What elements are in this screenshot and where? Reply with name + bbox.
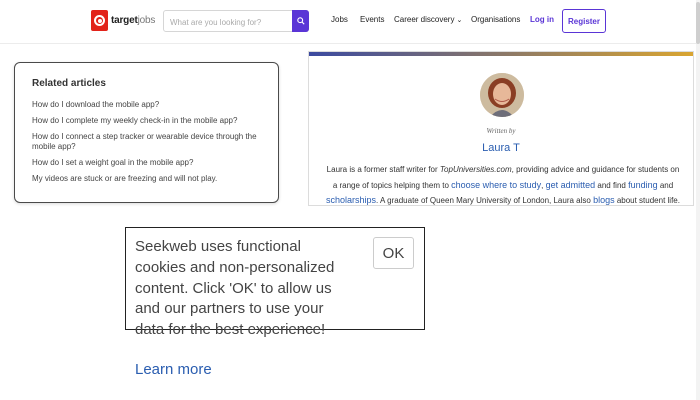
cookie-message: Seekweb uses functional cookies and non-… — [135, 238, 335, 339]
nav-jobs[interactable]: Jobs — [331, 15, 348, 24]
author-card: Written by Laura T Laura is a former sta… — [308, 51, 694, 206]
author-card-accent-bar — [309, 52, 693, 56]
cookie-learn-more-link[interactable]: Learn more — [135, 361, 212, 378]
site-header: targetjobs Jobs Events Career discovery⌄… — [0, 0, 700, 44]
cookie-ok-button[interactable]: OK — [373, 237, 414, 269]
related-article-link[interactable]: How do I complete my weekly check-in in … — [32, 116, 270, 126]
scrollbar-thumb[interactable] — [696, 2, 700, 44]
bio-link-get-admitted[interactable]: get admitted — [546, 180, 596, 190]
author-avatar — [480, 73, 524, 117]
related-articles-panel: Related articles How do I download the m… — [14, 62, 279, 203]
related-articles-list: How do I download the mobile app? How do… — [32, 100, 270, 190]
login-link[interactable]: Log in — [530, 15, 554, 24]
related-article-link[interactable]: How do I connect a step tracker or weara… — [32, 132, 270, 152]
related-article-link[interactable]: How do I download the mobile app? — [32, 100, 270, 110]
related-article-link[interactable]: How do I set a weight goal in the mobile… — [32, 158, 270, 168]
targetjobs-logo[interactable]: targetjobs — [91, 10, 155, 31]
search-box — [163, 10, 309, 32]
bio-link-funding[interactable]: funding — [628, 180, 658, 190]
bio-link-blogs[interactable]: blogs — [593, 195, 615, 205]
logo-text: targetjobs — [111, 15, 156, 26]
author-name-link[interactable]: Laura T — [309, 142, 693, 154]
author-bio: Laura is a former staff writer for TopUn… — [326, 165, 680, 205]
search-input[interactable] — [168, 14, 290, 30]
related-article-link[interactable]: My videos are stuck or are freezing and … — [32, 174, 270, 184]
register-button[interactable]: Register — [562, 9, 606, 33]
cookie-banner: Seekweb uses functional cookies and non-… — [125, 227, 425, 378]
nav-organisations[interactable]: Organisations — [471, 15, 520, 24]
nav-career-discovery[interactable]: Career discovery ⌄ — [394, 15, 462, 24]
chevron-down-icon: ⌄ — [456, 17, 463, 24]
bio-link-choose-where-to-study[interactable]: choose where to study — [451, 180, 541, 190]
bio-link-scholarships[interactable]: scholarships — [326, 195, 376, 205]
related-articles-title: Related articles — [32, 78, 106, 89]
written-by-label: Written by — [486, 127, 516, 135]
nav-events[interactable]: Events — [360, 15, 384, 24]
search-button[interactable] — [292, 10, 309, 32]
scrollbar[interactable] — [696, 0, 700, 400]
search-icon — [296, 17, 305, 25]
target-logo-icon — [91, 10, 108, 31]
